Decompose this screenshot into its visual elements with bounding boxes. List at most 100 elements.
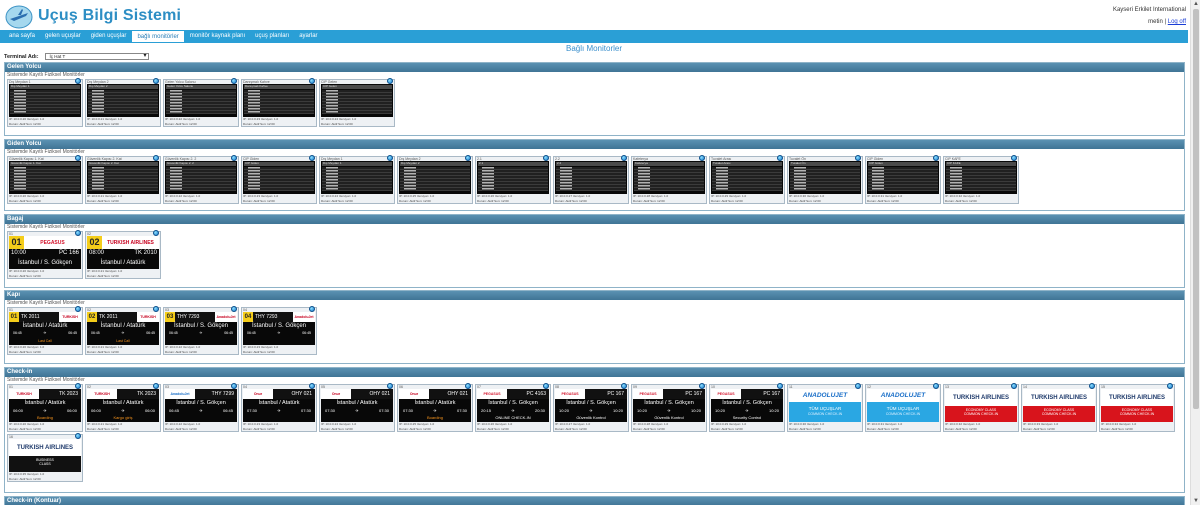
monitor-thumbnail[interactable]: 2.1 2.1 IP: 10.0.0.26 Versiyon: 1.0 Durum: … [475, 155, 551, 204]
scroll-thumb[interactable] [1193, 9, 1199, 409]
monitor-thumbnail[interactable]: 02 02 TK 2011 TURKISH İstanbul / Atatürk 06:4… [85, 306, 161, 355]
monitor-thumbnail[interactable]: Güvenlik Kapısı 1. Kat Güvenlik Kapısı 1.… [7, 155, 83, 204]
monitor-thumbnail[interactable]: 13 TURKISH AIRLINES ECONOMY CLASS COMMON CH… [943, 383, 1019, 432]
monitor-thumbnail[interactable]: 02 TURKISH TK 2023 İstanbul / Atatürk 06:00 ✈… [85, 383, 161, 432]
nav-item-2[interactable]: giden uçuşlar [86, 30, 132, 43]
monitor-thumbnail[interactable]: Güvenlik Kapısı 2. Kat Güvenlik Kapısı 2.… [85, 155, 161, 204]
monitor-screen: Güvenlik Kapısı 1. Kat [9, 161, 81, 194]
monitor-thumbnail[interactable]: 03 03 THY 7293 AnadoluJet İstanbul / S. Gökç… [163, 306, 239, 355]
monitor-thumbnail[interactable]: 12 ANADOLUJET TÜM UÇUŞLAR COMMON CHECK-IN IP… [865, 383, 941, 432]
monitor-thumbnail[interactable]: 02 02 TURKISH AIRLINES 08:00 TK 2010 İstanbul… [85, 230, 161, 279]
scheduled-time: 06:45 [169, 408, 180, 413]
monitor-footer-line: Durum: Aktif Son: 12:00 [867, 426, 899, 431]
monitor-thumbnail[interactable]: Dış Meydan 2 Dış Meydan 2 IP: 10.0.0.21 Ve… [85, 78, 161, 127]
scheduled-time: 06:45 [247, 331, 256, 335]
section-subtitle: Sistemde Kayıtlı Fiziksel Monitörler [7, 149, 85, 155]
scheduled-time: 06:45 [13, 331, 22, 335]
section-gelen: Gelen Yolcu Sistemde Kayıtlı Fiziksel Mon… [4, 62, 1185, 136]
plane-icon: ✈ [277, 408, 281, 413]
page-scrollbar[interactable]: ▲ ▼ [1190, 0, 1200, 505]
plane-icon: ✈ [589, 408, 593, 413]
nav-item-3[interactable]: bağlı monitörler [131, 30, 185, 43]
monitor-thumbnail[interactable]: 15 TURKISH AIRLINES ECONOMY CLASS COMMON CH… [1099, 383, 1175, 432]
monitor-thumbnail[interactable]: CIP Gelen CIP Gelen IP: 10.0.0.24 Versiyon… [319, 78, 395, 127]
common-checkin-promo: ANADOLUJET TÜM UÇUŞLAR COMMON CHECK-IN [789, 389, 861, 422]
screen-header-bar: 2.1 [478, 161, 548, 166]
monitor-thumbnail[interactable]: Kafeterya Kafeterya IP: 10.0.0.28 Versiyon… [631, 155, 707, 204]
flight-list-rows [946, 167, 1016, 191]
monitor-thumbnail[interactable]: 09 PEGASUS PC 167 İstanbul / S. Gökçen 10:20… [631, 383, 707, 432]
monitor-footer-line: Durum: Aktif Son: 12:00 [165, 426, 197, 431]
monitor-thumbnail[interactable]: 01 01 PEGASUS 10:00 PC 166 İstanbul / S. Gökç… [7, 230, 83, 279]
section-title: Bagaj [5, 215, 1184, 224]
monitor-footer: IP: 10.0.0.21 Versiyon: 1.0 Durum: Aktif … [86, 117, 160, 126]
flight-destination: İstanbul / Atatürk [102, 400, 144, 406]
monitor-thumbnail[interactable]: 03 AnadoluJet THY 7299 İstanbul / S. Gökçen… [163, 383, 239, 432]
flight-times: 06:45 ✈ 06:45 [247, 331, 311, 335]
monitor-thumbnail[interactable]: 16 TURKISH AIRLINES BUSINESS CLASS IP: 10.0.… [7, 433, 83, 482]
baggage-flight-info: 10:00 PC 166 [11, 250, 79, 256]
nav-item-6[interactable]: ayarlar [294, 30, 322, 43]
estimated-time: 06:45 [68, 331, 77, 335]
checkin-note: Güvenlik Kontrol [576, 415, 606, 420]
monitor-footer-line: Durum: Aktif Son: 12:00 [87, 198, 119, 203]
monitor-thumbnail[interactable]: CIP Giden CIP Giden IP: 10.0.0.31 Versiyon… [865, 155, 941, 204]
flight-destination: İstanbul / Atatürk [24, 400, 66, 406]
monitor-thumbnail[interactable]: 14 TURKISH AIRLINES ECONOMY CLASS COMMON CH… [1021, 383, 1097, 432]
monitor-thumbnail[interactable]: CIP KAFE CIP KAFE IP: 10.0.0.32 Versiyon: … [943, 155, 1019, 204]
monitor-thumbnail[interactable]: 04 Onur OHY 021 İstanbul / Atatürk 07:30 ✈ 07:… [241, 383, 317, 432]
nav-item-1[interactable]: gelen uçuşlar [40, 30, 86, 43]
flight-list-rows [88, 167, 158, 191]
monitor-list: 01 TURKISH TK 2023 İstanbul / Atatürk 06:00 ✈… [5, 383, 1184, 484]
nav-item-0[interactable]: ana sayfa [4, 30, 40, 43]
turkish-airlines-logo: TURKISH AIRLINES [952, 394, 1010, 401]
monitor-thumbnail[interactable]: 01 01 TK 2011 TURKISH İstanbul / Atatürk 06:4… [7, 306, 83, 355]
monitor-thumbnail[interactable]: Danışmalı Kahve Danışmalı Kahve IP: 10.0.0… [241, 78, 317, 127]
checkin-header: PEGASUS PC 167 [555, 389, 627, 399]
monitor-thumbnail[interactable]: Güvenlik Kapısı 2. 2 Güvenlik Kapısı 2. 2… [163, 155, 239, 204]
monitor-thumbnail[interactable]: 11 ANADOLUJET TÜM UÇUŞLAR COMMON CHECK-IN IP… [787, 383, 863, 432]
monitor-thumbnail[interactable]: Tuvalet Ön Tuvalet Ön IP: 10.0.0.30 Versiy… [787, 155, 863, 204]
monitor-thumbnail[interactable]: Dış Meydan 1 Dış Meydan 1 IP: 10.0.0.24 Ve… [319, 155, 395, 204]
nav-item-5[interactable]: uçuş planları [250, 30, 294, 43]
monitor-screen: Dış Meydan 1 [321, 161, 393, 194]
logout-link[interactable]: Log off [1168, 19, 1186, 25]
monitor-list: Güvenlik Kapısı 1. Kat Güvenlik Kapısı 1.… [5, 155, 1184, 206]
monitor-thumbnail[interactable]: Gelen Yolcu Salonu Gelen Yolcu Salonu IP: … [163, 78, 239, 127]
promo-line: COMMON CHECK-IN [885, 412, 921, 417]
monitor-thumbnail[interactable]: 06 Onur OHY 021 İstanbul / Atatürk 07:30 ✈ 07:… [397, 383, 473, 432]
monitor-thumbnail[interactable]: 10 PEGASUS PC 167 İstanbul / S. Gökçen 10:20… [709, 383, 785, 432]
airline-logo: PEGASUS [717, 392, 735, 396]
terminal-select[interactable]: İç Hat T [44, 53, 149, 60]
monitor-thumbnail[interactable]: 07 PEGASUS PC 4163 İstanbul / S. Gökçen 20:1… [475, 383, 551, 432]
monitor-thumbnail[interactable]: 08 PEGASUS PC 167 İstanbul / S. Gökçen 10:20… [553, 383, 629, 432]
flight-list-rows [478, 167, 548, 191]
monitor-footer-line: Durum: Aktif Son: 12:00 [243, 198, 275, 203]
scroll-down-arrow-icon[interactable]: ▼ [1192, 497, 1200, 505]
monitor-thumbnail[interactable]: 04 04 THY 7293 AnadoluJet İstanbul / S. Gökç… [241, 306, 317, 355]
plane-icon: ✈ [43, 408, 47, 413]
airline-logo: PEGASUS [561, 392, 579, 396]
monitor-thumbnail[interactable]: 05 Onur OHY 021 İstanbul / Atatürk 07:30 ✈ 07:… [319, 383, 395, 432]
monitor-thumbnail[interactable]: CIP Giden CIP Giden IP: 10.0.0.23 Versiyon… [241, 155, 317, 204]
airline-logo: TURKISH [16, 392, 32, 396]
flight-number: THY 7293 [175, 312, 215, 322]
checkin-header: TURKISH TK 2023 [9, 389, 81, 399]
flight-times: 06:45 ✈ 06:45 [169, 408, 233, 413]
nav-item-4[interactable]: monitör kaynak planı [185, 30, 250, 43]
monitor-screen: 02 TK 2011 TURKISH İstanbul / Atatürk 06:45 ✈… [87, 312, 159, 345]
monitor-thumbnail[interactable]: Tuvalet Arası Tuvalet Arası IP: 10.0.0.29 … [709, 155, 785, 204]
monitor-thumbnail[interactable]: 01 TURKISH TK 2023 İstanbul / Atatürk 06:00 ✈… [7, 383, 83, 432]
monitor-footer-line: Durum: Aktif Son: 12:00 [1023, 426, 1055, 431]
scheduled-time: 20:15 [481, 408, 492, 413]
monitor-footer-line: Durum: Aktif Son: 12:00 [9, 476, 41, 481]
monitor-thumbnail[interactable]: Dış Meydan 1 Dış Meydan 1 IP: 10.0.0.20 Ve… [7, 78, 83, 127]
monitor-footer: IP: 10.0.0.22 Versiyon: 1.0 Durum: Aktif … [164, 194, 238, 203]
airport-name: Kayseri Erkilet International [1112, 7, 1186, 13]
monitor-footer: IP: 10.0.0.22 Versiyon: 1.0 Durum: Aktif … [164, 422, 238, 431]
scroll-up-arrow-icon[interactable]: ▲ [1192, 0, 1200, 8]
monitor-thumbnail[interactable]: 2.2 2.2 IP: 10.0.0.27 Versiyon: 1.0 Durum: … [553, 155, 629, 204]
flight-list-rows [322, 90, 392, 114]
airline-logo: AnadoluJet [216, 315, 236, 319]
monitor-thumbnail[interactable]: Dış Meydan 2 Dış Meydan 2 IP: 10.0.0.25 Ve… [397, 155, 473, 204]
